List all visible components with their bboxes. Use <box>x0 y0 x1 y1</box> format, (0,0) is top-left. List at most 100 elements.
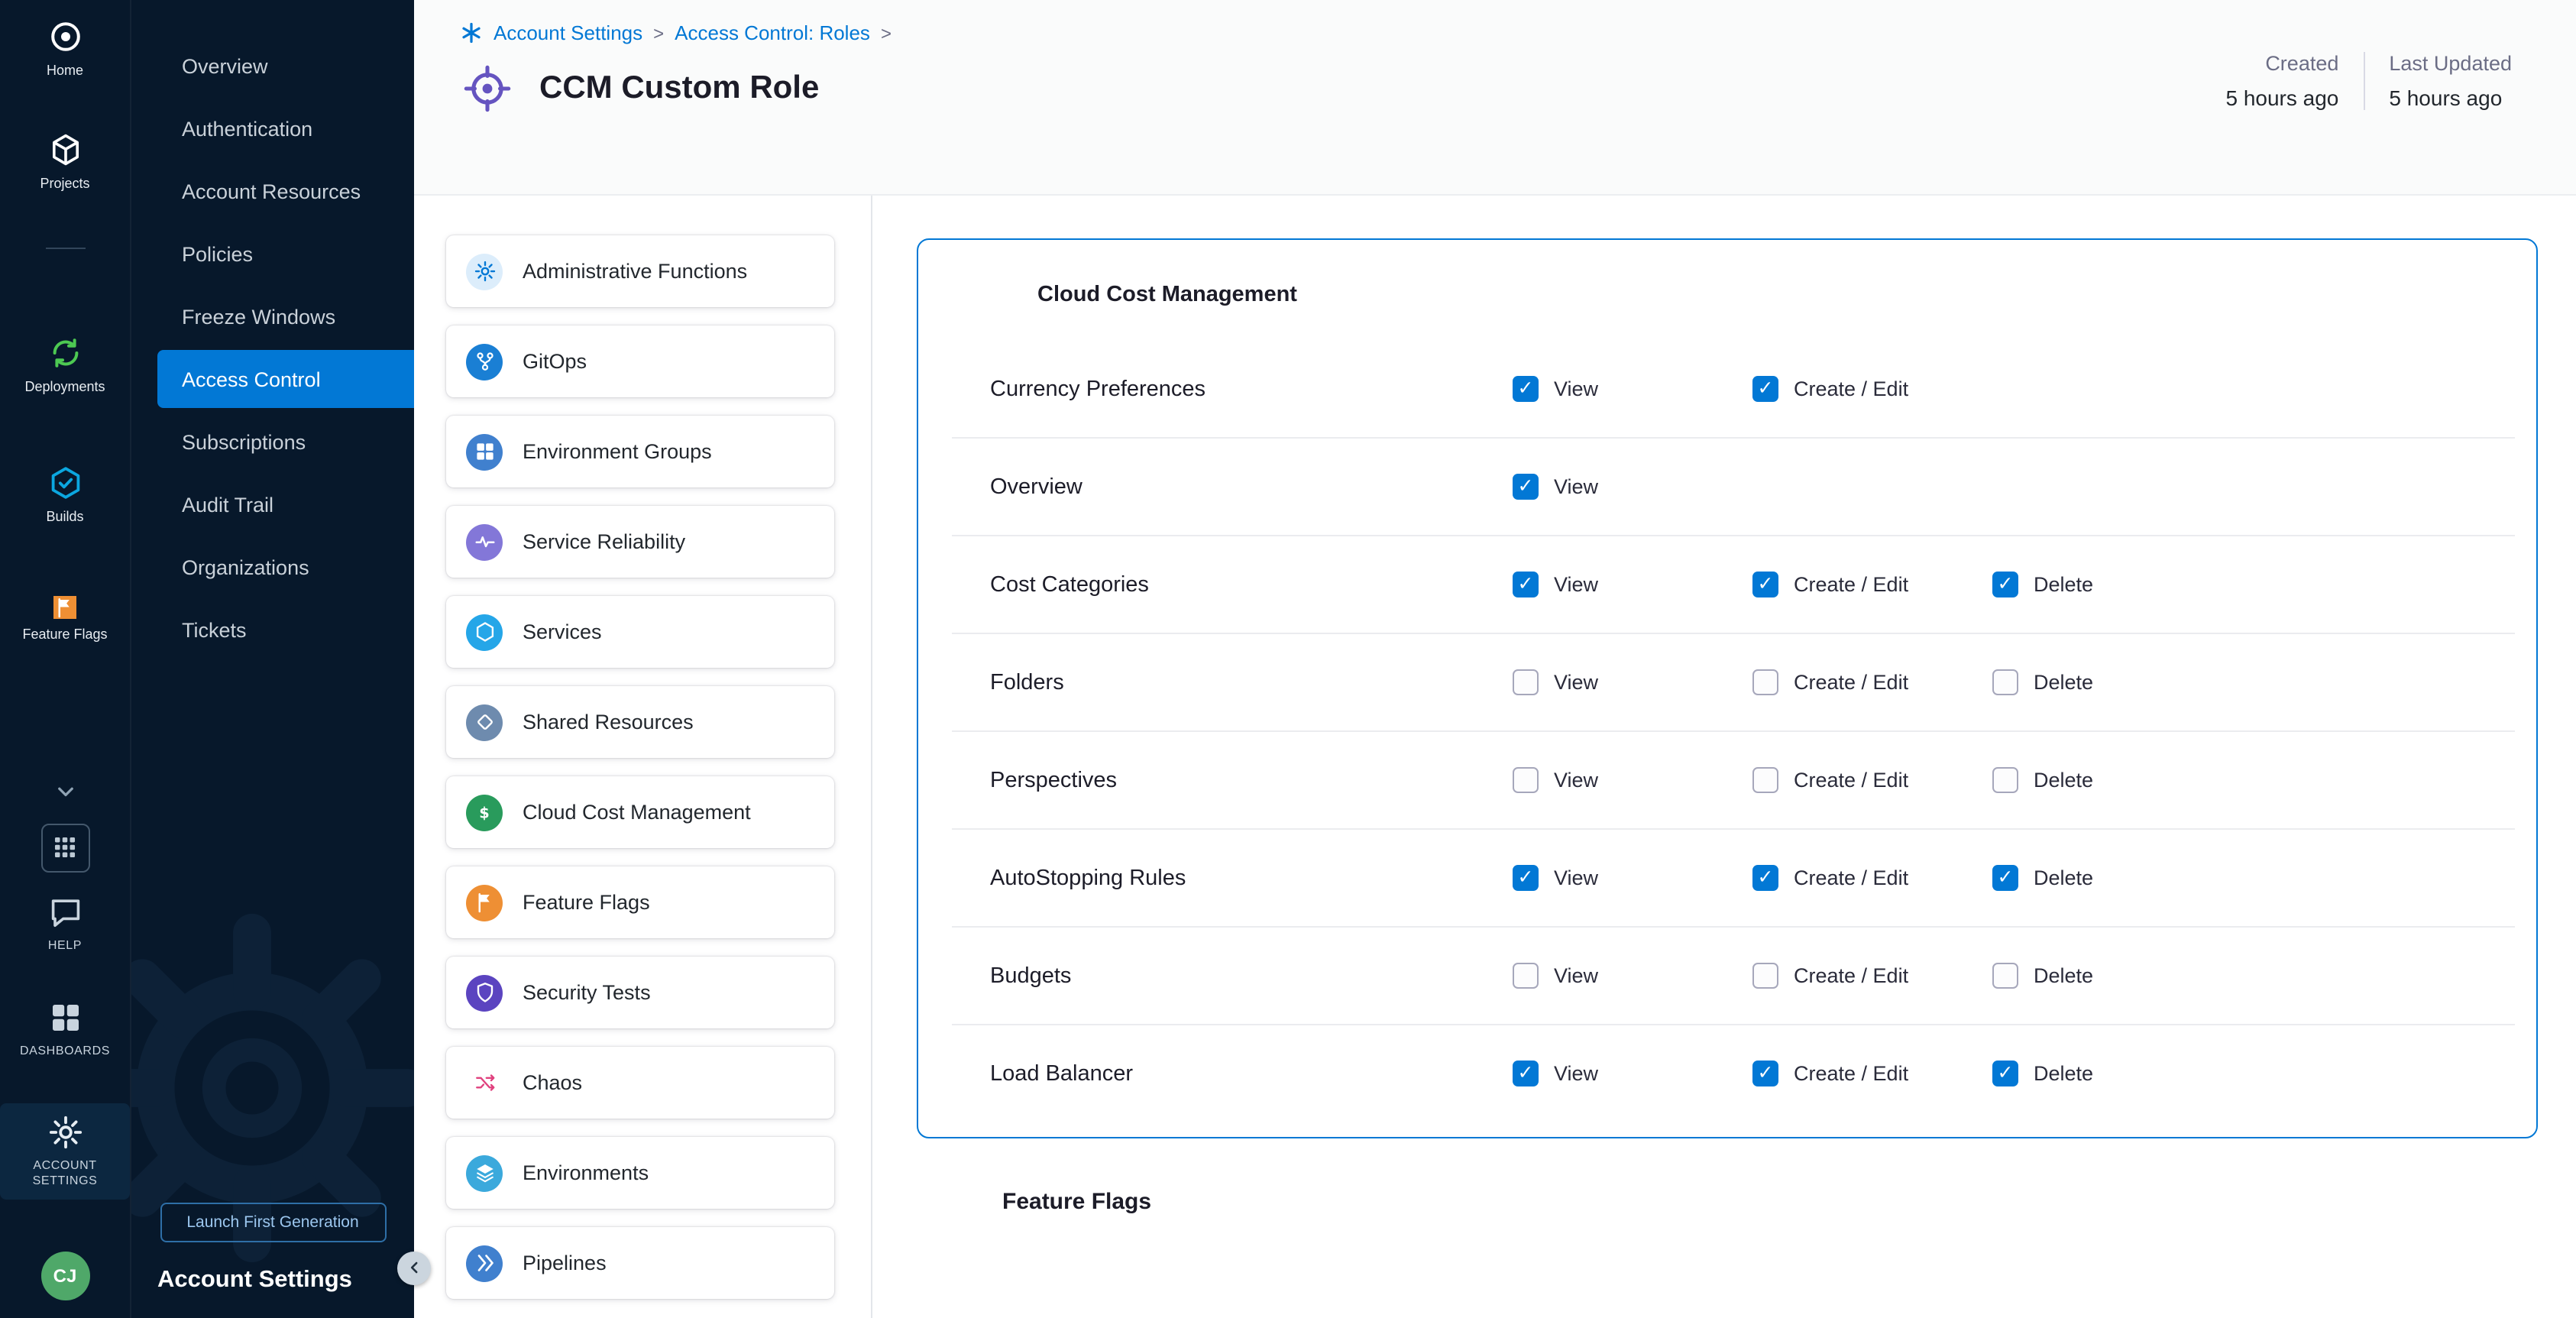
permission-label: View <box>1554 1062 1598 1085</box>
checkbox-autostopping-rules-delete[interactable] <box>1992 865 2018 891</box>
user-avatar[interactable]: CJ <box>40 1251 89 1300</box>
resource-card-label: Administrative Functions <box>523 260 747 283</box>
launch-first-generation-button[interactable]: Launch First Generation <box>160 1202 386 1242</box>
permission-cell: Create / Edit <box>1752 669 1992 695</box>
resource-card-shared-resources[interactable]: Shared Resources <box>446 686 834 758</box>
permission-cell: Delete <box>1992 963 2232 989</box>
environments-icon <box>466 1154 503 1191</box>
permission-cell: View <box>1513 865 1752 891</box>
module-picker-button[interactable] <box>40 824 89 873</box>
rail-item-dashboards[interactable]: DASHBOARDS <box>0 999 130 1057</box>
checkbox-load-balancer-create-edit[interactable] <box>1752 1061 1778 1086</box>
permission-label: Create / Edit <box>1794 1062 1908 1085</box>
resource-card-service-reliability[interactable]: Service Reliability <box>446 506 834 578</box>
checkbox-cost-categories-create-edit[interactable] <box>1752 572 1778 597</box>
environment-groups-icon <box>466 433 503 470</box>
services-icon <box>466 614 503 650</box>
rail-item-builds[interactable]: Builds <box>0 465 130 526</box>
permissions-panel: Cloud Cost Management Currency Preferenc… <box>917 238 2538 1138</box>
created-meta: Created 5 hours ago <box>2201 52 2363 110</box>
checkbox-perspectives-delete[interactable] <box>1992 767 2018 793</box>
sidebar-item-policies[interactable]: Policies <box>157 225 414 283</box>
resource-card-cloud-cost-management[interactable]: $ Cloud Cost Management <box>446 776 834 848</box>
permission-label: Create / Edit <box>1794 671 1908 694</box>
chevron-down-icon[interactable] <box>51 778 79 805</box>
checkbox-budgets-create-edit[interactable] <box>1752 963 1778 989</box>
last-updated-value: 5 hours ago <box>2389 86 2512 110</box>
checkbox-currency-preferences-view[interactable] <box>1513 376 1539 402</box>
checkbox-autostopping-rules-view[interactable] <box>1513 865 1539 891</box>
sidebar-item-tickets[interactable]: Tickets <box>157 601 414 659</box>
resource-card-label: Feature Flags <box>523 891 650 914</box>
permission-row-folders: FoldersViewCreate / EditDelete <box>952 634 2515 732</box>
breadcrumb-link-access-control-roles[interactable]: Access Control: Roles <box>675 21 870 44</box>
rail-item-home[interactable]: Home <box>0 18 130 79</box>
resource-card-administrative-functions[interactable]: Administrative Functions <box>446 235 834 307</box>
checkbox-load-balancer-view[interactable] <box>1513 1061 1539 1086</box>
rail-item-help[interactable]: HELP <box>0 894 130 953</box>
checkbox-perspectives-view[interactable] <box>1513 767 1539 793</box>
resource-card-chaos[interactable]: Chaos <box>446 1047 834 1119</box>
cloud-cost-management-icon: $ <box>466 794 503 831</box>
sidebar-item-authentication[interactable]: Authentication <box>157 99 414 157</box>
breadcrumb-link-account-settings[interactable]: Account Settings <box>494 21 642 44</box>
permission-row-autostopping-rules: AutoStopping RulesViewCreate / EditDelet… <box>952 830 2515 928</box>
resource-list: Administrative Functions GitOps Environmen… <box>414 196 871 1318</box>
checkbox-cost-categories-view[interactable] <box>1513 572 1539 597</box>
sidebar-item-access-control[interactable]: Access Control <box>157 350 414 408</box>
permission-cell: View <box>1513 1061 1752 1086</box>
permission-label: Create / Edit <box>1794 377 1908 400</box>
checkbox-folders-create-edit[interactable] <box>1752 669 1778 695</box>
sidebar-collapse-button[interactable] <box>397 1251 431 1284</box>
sidebar-title: Account Settings <box>131 1266 414 1294</box>
resource-card-label: Cloud Cost Management <box>523 801 751 824</box>
checkbox-folders-view[interactable] <box>1513 669 1539 695</box>
checkbox-budgets-delete[interactable] <box>1992 963 2018 989</box>
main-area: Account Settings>Access Control: Roles> … <box>414 0 2576 1318</box>
checkbox-budgets-view[interactable] <box>1513 963 1539 989</box>
permission-cell: View <box>1513 376 1752 402</box>
checkbox-cost-categories-delete[interactable] <box>1992 572 2018 597</box>
checkbox-overview-view[interactable] <box>1513 474 1539 500</box>
permission-cell: Delete <box>1992 1061 2232 1086</box>
resource-card-pipelines[interactable]: Pipelines <box>446 1227 834 1299</box>
sidebar-item-audit-trail[interactable]: Audit Trail <box>157 475 414 533</box>
resource-card-environment-groups[interactable]: Environment Groups <box>446 416 834 487</box>
app: Home Projects Deployments Builds Feature Fl… <box>0 0 2576 1318</box>
checkbox-perspectives-create-edit[interactable] <box>1752 767 1778 793</box>
rail-item-label: ACCOUNT SETTINGS <box>8 1159 121 1188</box>
checkbox-load-balancer-delete[interactable] <box>1992 1061 2018 1086</box>
sidebar-item-organizations[interactable]: Organizations <box>157 538 414 596</box>
gitops-icon <box>466 343 503 380</box>
permission-row-cost-categories: Cost CategoriesViewCreate / EditDelete <box>952 536 2515 634</box>
permission-label: View <box>1554 671 1598 694</box>
account-settings-icon <box>47 1115 83 1151</box>
checkbox-autostopping-rules-create-edit[interactable] <box>1752 865 1778 891</box>
feature-flags-icon <box>934 1180 976 1222</box>
permission-cell: Delete <box>1992 572 2232 597</box>
sidebar-item-account-resources[interactable]: Account Resources <box>157 162 414 220</box>
rail-item-account-settings[interactable]: ACCOUNT SETTINGS <box>0 1104 130 1199</box>
projects-icon <box>47 131 83 168</box>
rail-item-label: Deployments <box>24 378 105 395</box>
rail-item-label: Builds <box>46 510 83 526</box>
resource-card-label: Security Tests <box>523 981 651 1004</box>
permission-row-overview: OverviewView <box>952 439 2515 536</box>
resource-card-gitops[interactable]: GitOps <box>446 325 834 397</box>
rail-item-projects[interactable]: Projects <box>0 131 130 193</box>
permission-resource-name: Overview <box>990 474 1513 499</box>
checkbox-currency-preferences-create-edit[interactable] <box>1752 376 1778 402</box>
checkbox-folders-delete[interactable] <box>1992 669 2018 695</box>
sidebar-item-overview[interactable]: Overview <box>157 37 414 95</box>
resource-card-environments[interactable]: Environments <box>446 1137 834 1209</box>
sidebar-item-freeze-windows[interactable]: Freeze Windows <box>157 287 414 345</box>
resource-card-services[interactable]: Services <box>446 596 834 668</box>
sidebar-item-subscriptions[interactable]: Subscriptions <box>157 413 414 471</box>
resource-card-security-tests[interactable]: Security Tests <box>446 957 834 1028</box>
resource-card-label: Chaos <box>523 1071 582 1094</box>
rail-item-feature-flags[interactable]: Feature Flags <box>0 596 130 643</box>
rail-item-deployments[interactable]: Deployments <box>0 334 130 395</box>
breadcrumb: Account Settings>Access Control: Roles> <box>460 21 2536 44</box>
created-value: 5 hours ago <box>2225 86 2338 110</box>
resource-card-feature-flags[interactable]: Feature Flags <box>446 866 834 938</box>
